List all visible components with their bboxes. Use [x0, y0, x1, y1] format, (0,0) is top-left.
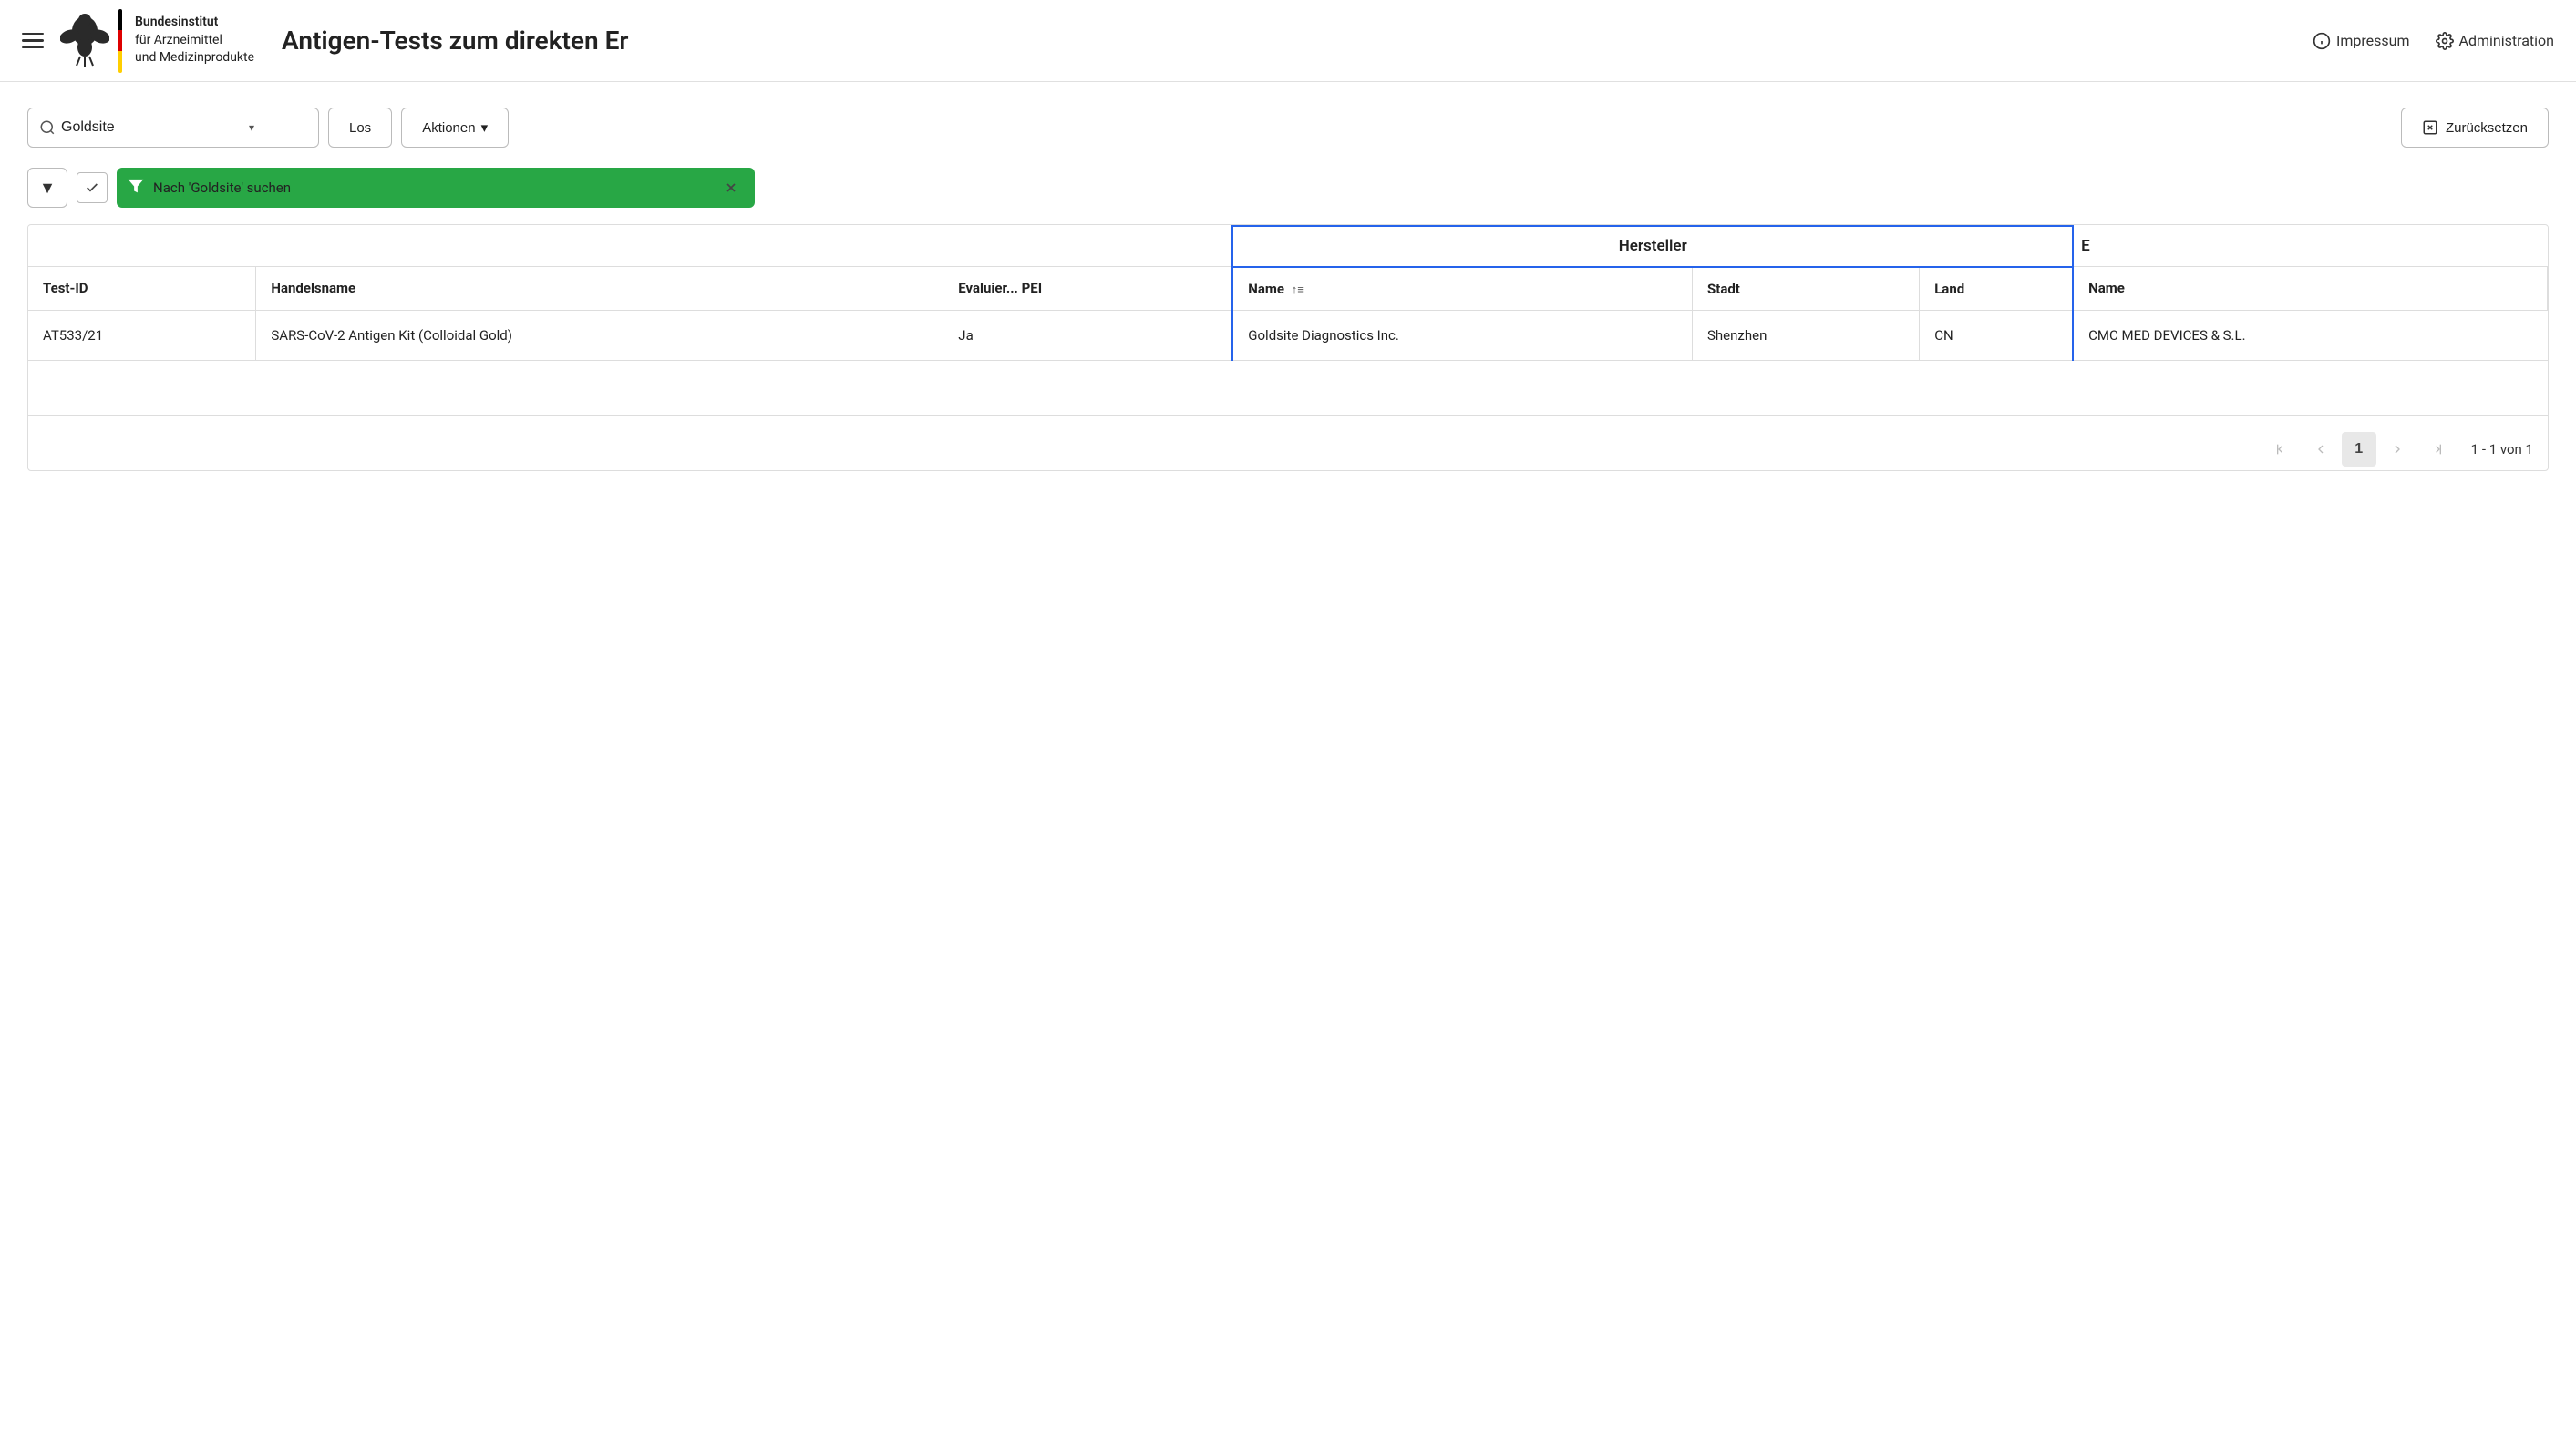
chevron-down-icon: ▼ [39, 179, 56, 198]
filter-chip-text: Nach 'Goldsite' suchen [153, 180, 709, 196]
cell-test-id: AT533/21 [28, 310, 256, 360]
cell-name2: CMC MED DEVICES & S.L. [2073, 310, 2547, 360]
close-icon [724, 180, 738, 195]
col-evaluier-pei: Evaluier... PEI [943, 267, 1232, 311]
filter-checkbox[interactable] [77, 172, 108, 203]
filter-toggle-button[interactable]: ▼ [27, 168, 67, 208]
administration-label: Administration [2459, 32, 2555, 49]
impressum-label: Impressum [2336, 32, 2410, 49]
eagle-icon [60, 11, 109, 71]
aktionen-button[interactable]: Aktionen ▾ [401, 108, 509, 148]
hamburger-button[interactable] [22, 33, 44, 49]
cell-evaluier-pei: Ja [943, 310, 1232, 360]
search-input[interactable] [61, 119, 243, 136]
logo-text: Bundesinstitut für Arzneimittel und Medi… [135, 14, 254, 67]
data-table-wrapper: Hersteller E Test-ID Handelsname Evaluie… [27, 224, 2549, 471]
main-content: ▾ Los Aktionen ▾ Zurücksetzen ▼ [0, 82, 2576, 497]
data-table: Hersteller E Test-ID Handelsname Evaluie… [28, 225, 2548, 416]
page-next-button[interactable] [2380, 432, 2415, 467]
info-icon [2313, 32, 2331, 50]
col-hersteller-name[interactable]: Name ↑≡ [1232, 267, 1692, 311]
prev-page-icon [2313, 442, 2328, 457]
filter-icon [128, 178, 144, 199]
cell-hersteller-name: Goldsite Diagnostics Inc. [1232, 310, 1692, 360]
next-page-icon [2390, 442, 2405, 457]
col-name2: Name [2073, 267, 2547, 311]
search-icon [39, 119, 56, 136]
page-info: 1 - 1 von 1 [2471, 441, 2533, 457]
group-header-right: E [2073, 226, 2547, 267]
sort-icon: ↑≡ [1292, 283, 1304, 297]
page-1-button[interactable]: 1 [2342, 432, 2376, 467]
cell-hersteller-land: CN [1920, 310, 2073, 360]
gear-icon [2436, 32, 2454, 50]
reset-icon [2422, 119, 2438, 136]
col-test-id: Test-ID [28, 267, 256, 311]
last-page-icon [2428, 442, 2443, 457]
page-prev-button[interactable] [2303, 432, 2338, 467]
filter-close-button[interactable] [718, 175, 744, 200]
logo-divider [118, 9, 122, 73]
col-handelsname: Handelsname [256, 267, 943, 311]
header: Bundesinstitut für Arzneimittel und Medi… [0, 0, 2576, 82]
page-first-button[interactable] [2265, 432, 2300, 467]
logo-area: Bundesinstitut für Arzneimittel und Medi… [60, 9, 254, 73]
empty-row [28, 360, 2548, 415]
filter-chip: Nach 'Goldsite' suchen [117, 168, 755, 208]
administration-nav-item[interactable]: Administration [2436, 32, 2555, 50]
column-header-row: Test-ID Handelsname Evaluier... PEI Name… [28, 267, 2548, 311]
search-input-wrapper[interactable]: ▾ [27, 108, 319, 148]
col-hersteller-land: Land [1920, 267, 2073, 311]
aktionen-chevron-icon: ▾ [481, 119, 489, 136]
col-hersteller-stadt: Stadt [1693, 267, 1920, 311]
page-title: Antigen-Tests zum direkten Er [282, 26, 2294, 56]
group-header-row: Hersteller E [28, 226, 2548, 267]
los-button[interactable]: Los [328, 108, 392, 148]
hersteller-group-header: Hersteller [1232, 226, 2073, 267]
pagination: 1 1 - 1 von 1 [28, 416, 2548, 470]
cell-handelsname: SARS-CoV-2 Antigen Kit (Colloidal Gold) [256, 310, 943, 360]
search-chevron-icon[interactable]: ▾ [249, 121, 254, 134]
search-bar: ▾ Los Aktionen ▾ Zurücksetzen [27, 108, 2549, 148]
header-nav: Impressum Administration [2313, 32, 2554, 50]
group-header-empty-left [28, 226, 1232, 267]
cell-hersteller-stadt: Shenzhen [1693, 310, 1920, 360]
page-last-button[interactable] [2418, 432, 2453, 467]
filter-row: ▼ Nach 'Goldsite' suchen [27, 168, 2549, 208]
zuruck-button[interactable]: Zurücksetzen [2401, 108, 2549, 148]
first-page-icon [2275, 442, 2290, 457]
impressum-nav-item[interactable]: Impressum [2313, 32, 2410, 50]
check-icon [85, 180, 99, 195]
table-row: AT533/21 SARS-CoV-2 Antigen Kit (Colloid… [28, 310, 2548, 360]
